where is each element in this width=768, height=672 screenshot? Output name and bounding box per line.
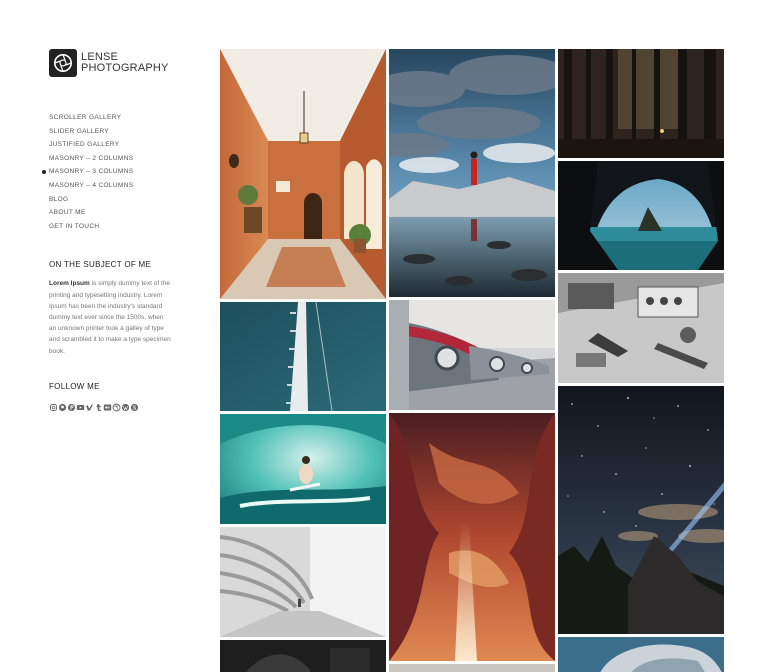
menu-item-scroller-gallery[interactable]: SCROLLER GALLERY	[49, 111, 179, 125]
sidebar: LENSE PHOTOGRAPHY SCROLLER GALLERY SLIDER…	[42, 49, 179, 412]
menu-item-justified-gallery[interactable]: JUSTIFIED GALLERY	[49, 138, 179, 152]
photo-white-arches[interactable]	[220, 527, 386, 637]
tumblr-icon[interactable]	[94, 403, 103, 412]
about-body: is simply dummy text of the printing and…	[49, 280, 171, 355]
about-title: ON THE SUBJECT OF ME	[49, 260, 152, 270]
menu-item-blog[interactable]: BLOG	[49, 193, 179, 207]
photo-workshop-bw[interactable]	[558, 273, 724, 383]
instagram-icon[interactable]	[49, 403, 58, 412]
menu-item-masonry-3-columns[interactable]: MASONRY – 3 COLUMNS	[42, 165, 179, 179]
dribbble-icon[interactable]	[112, 403, 121, 412]
site-logo[interactable]: LENSE PHOTOGRAPHY	[49, 49, 179, 77]
photo-dark-bottom[interactable]	[220, 640, 386, 672]
brand-name: LENSE PHOTOGRAPHY	[81, 52, 169, 74]
wordpress-icon[interactable]	[121, 403, 130, 412]
main-menu: SCROLLER GALLERY SLIDER GALLERY JUSTIFIED …	[42, 111, 179, 234]
about-text: Lorem Ipsum is simply dummy text of the …	[49, 278, 171, 356]
about-lead: Lorem Ipsum	[49, 280, 90, 288]
photo-surfer-wave[interactable]	[220, 414, 386, 524]
skype-icon[interactable]	[130, 403, 139, 412]
github-icon[interactable]	[58, 403, 67, 412]
menu-item-slider-gallery[interactable]: SLIDER GALLERY	[49, 125, 179, 139]
brand-line-2: PHOTOGRAPHY	[81, 62, 169, 74]
menu-item-about-me[interactable]: ABOUT ME	[49, 206, 179, 220]
pinterest-icon[interactable]	[67, 403, 76, 412]
photo-rocky-shore[interactable]	[558, 637, 724, 672]
menu-item-masonry-2-columns[interactable]: MASONRY – 2 COLUMNS	[49, 152, 179, 166]
photo-antelope-canyon[interactable]	[389, 413, 555, 661]
photo-sea-cave[interactable]	[558, 161, 724, 270]
photo-bottom-strip[interactable]	[389, 664, 555, 672]
photo-vintage-cars[interactable]	[389, 300, 555, 410]
photo-pier-aerial[interactable]	[220, 302, 386, 411]
camera-aperture-icon	[49, 49, 77, 77]
social-links	[49, 403, 179, 412]
menu-item-masonry-4-columns[interactable]: MASONRY – 4 COLUMNS	[49, 179, 179, 193]
flickr-icon[interactable]	[103, 403, 112, 412]
youtube-icon[interactable]	[76, 403, 85, 412]
follow-title: FOLLOW ME	[49, 381, 100, 391]
photo-interior-corridor[interactable]	[220, 49, 386, 299]
photo-forest-night[interactable]	[558, 49, 724, 158]
menu-item-get-in-touch[interactable]: GET IN TOUCH	[49, 220, 179, 234]
masonry-gallery	[220, 49, 724, 672]
photo-lake-reflection[interactable]	[389, 49, 555, 297]
vimeo-icon[interactable]	[85, 403, 94, 412]
photo-night-sky[interactable]	[558, 386, 724, 634]
